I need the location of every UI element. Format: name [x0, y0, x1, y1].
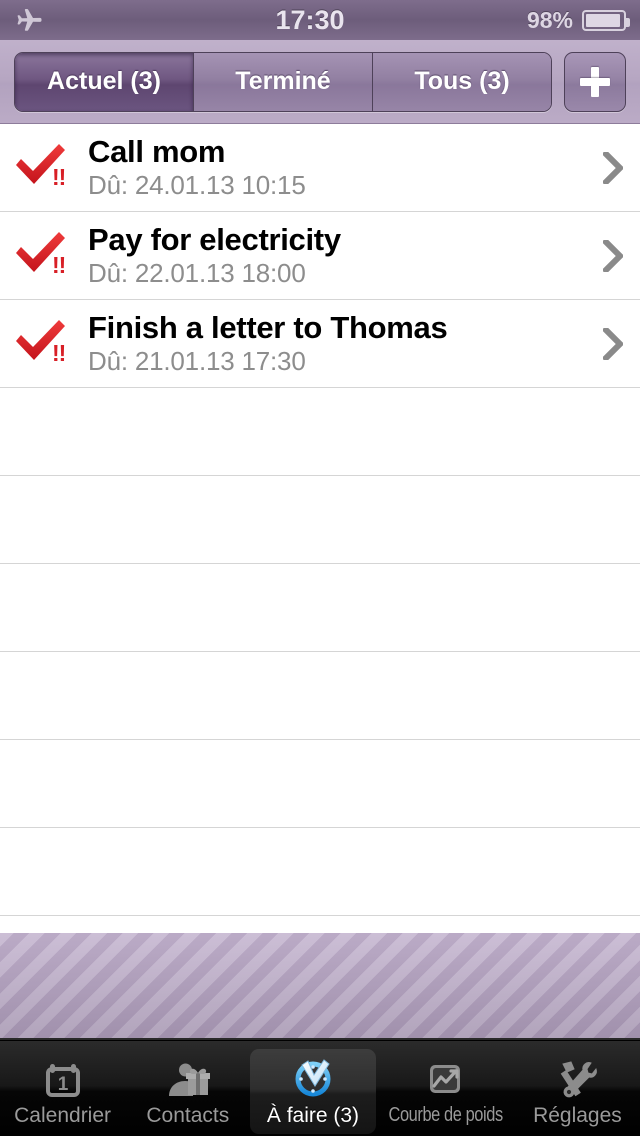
task-list[interactable]: !! Call mom Dû: 24.01.13 10:15 !! Pay fo… [0, 124, 640, 916]
chevron-right-icon[interactable] [586, 239, 640, 272]
empty-row [0, 388, 640, 476]
task-complete-toggle[interactable]: !! [0, 124, 88, 212]
empty-row [0, 564, 640, 652]
app-screen: 17:30 98% Actuel (3) Terminé Tous (3) !!… [0, 0, 640, 1136]
plus-icon [580, 66, 610, 97]
table-row[interactable]: !! Finish a letter to Thomas Dû: 21.01.1… [0, 300, 640, 388]
chevron-right-icon[interactable] [586, 327, 640, 360]
task-complete-toggle[interactable]: !! [0, 212, 88, 300]
task-text-block: Call mom Dû: 24.01.13 10:15 [88, 135, 586, 199]
battery-icon [582, 9, 630, 31]
status-bar: 17:30 98% [0, 0, 640, 40]
task-due-date: Dû: 22.01.13 18:00 [88, 257, 306, 288]
tab-label-contacts: Contacts [146, 1104, 230, 1127]
task-due-date: Dû: 21.01.13 17:30 [88, 345, 306, 376]
battery-percent-label: 98% [526, 6, 573, 33]
segment-tous[interactable]: Tous (3) [372, 52, 551, 111]
tab-label-reglages: Réglages [533, 1104, 622, 1127]
tools-icon [554, 1053, 600, 1103]
status-bar-left [0, 5, 160, 35]
toolbar: Actuel (3) Terminé Tous (3) [0, 40, 640, 124]
tab-contacts[interactable]: Contacts [125, 1041, 250, 1136]
tab-bar: 1 Calendrier Contacts À faire (3) Courbe… [0, 1040, 640, 1136]
tab-label-calendrier: Calendrier [14, 1104, 112, 1127]
tab-calendrier[interactable]: 1 Calendrier [0, 1041, 125, 1136]
tab-courbe-de-poids[interactable]: Courbe de poids [376, 1041, 515, 1136]
add-task-button[interactable] [564, 51, 626, 112]
segment-actuel[interactable]: Actuel (3) [15, 52, 193, 111]
empty-row [0, 652, 640, 740]
task-text-block: Finish a letter to Thomas Dû: 21.01.13 1… [88, 311, 586, 375]
empty-row [0, 476, 640, 564]
task-complete-toggle[interactable]: !! [0, 300, 88, 388]
weight-chart-icon [423, 1053, 467, 1103]
table-row[interactable]: !! Call mom Dû: 24.01.13 10:15 [0, 124, 640, 212]
battery-fill [586, 13, 620, 27]
task-title: Pay for electricity [88, 222, 341, 258]
todo-clock-icon [290, 1053, 336, 1103]
tab-a-faire[interactable]: À faire (3) [250, 1041, 376, 1136]
svg-text:1: 1 [57, 1074, 68, 1095]
status-bar-right: 98% [460, 7, 640, 34]
priority-badge: !! [52, 163, 66, 190]
segment-termine[interactable]: Terminé [193, 52, 372, 111]
priority-badge: !! [52, 251, 66, 278]
tab-label-a-faire: À faire (3) [266, 1104, 360, 1127]
task-text-block: Pay for electricity Dû: 22.01.13 18:00 [88, 223, 586, 287]
calendar-icon: 1 [41, 1053, 85, 1103]
empty-row [0, 828, 640, 916]
status-bar-center: 17:30 [160, 5, 460, 36]
striped-footer-pattern [0, 933, 640, 1040]
task-due-date: Dû: 24.01.13 10:15 [88, 169, 306, 200]
status-bar-time: 17:30 [275, 4, 345, 35]
airplane-icon [14, 5, 44, 35]
table-row[interactable]: !! Pay for electricity Dû: 22.01.13 18:0… [0, 212, 640, 300]
empty-row [0, 740, 640, 828]
tab-reglages[interactable]: Réglages [515, 1041, 640, 1136]
filter-segmented-control[interactable]: Actuel (3) Terminé Tous (3) [14, 51, 552, 112]
contacts-gift-icon [165, 1053, 211, 1103]
task-title: Finish a letter to Thomas [88, 310, 448, 346]
tab-label-courbe-de-poids: Courbe de poids [388, 1104, 503, 1126]
priority-badge: !! [52, 339, 66, 366]
chevron-right-icon[interactable] [586, 151, 640, 184]
task-title: Call mom [88, 134, 226, 170]
